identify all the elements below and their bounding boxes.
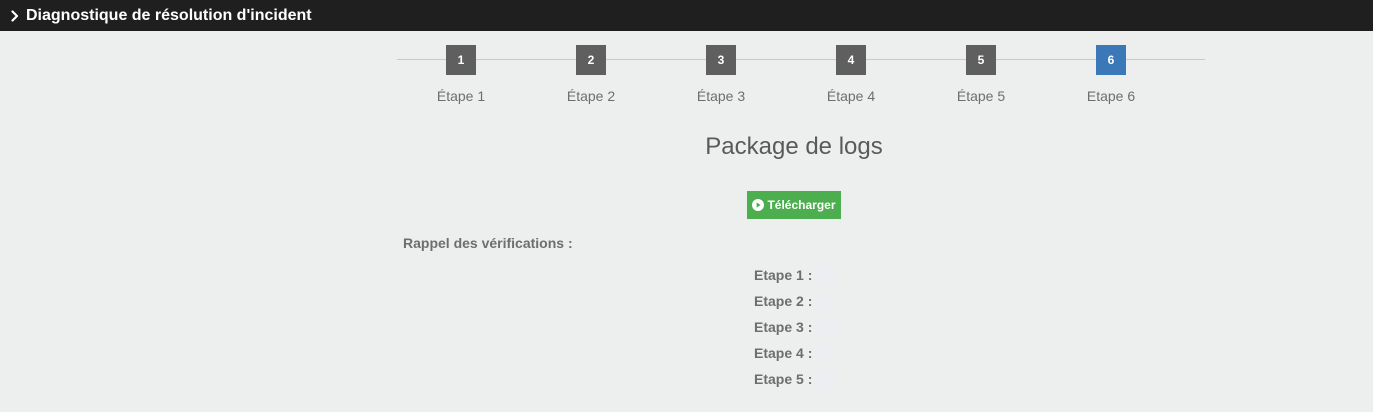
- step-label: Étape 2: [566, 88, 616, 104]
- download-button-label: Télécharger: [767, 198, 836, 212]
- checks-list: Etape 1 : Etape 2 : Etape 3 : Etape 4 : …: [754, 262, 837, 392]
- list-item: Etape 1 :: [754, 262, 837, 288]
- check-value: [814, 267, 837, 283]
- check-label: Etape 1 :: [754, 267, 813, 283]
- step-3[interactable]: 3 Étape 3: [676, 45, 766, 104]
- check-label: Etape 2 :: [754, 293, 813, 309]
- step-2[interactable]: 2 Étape 2: [546, 45, 636, 104]
- check-value: [814, 371, 837, 387]
- check-label: Etape 3 :: [754, 319, 813, 335]
- step-number[interactable]: 5: [966, 45, 996, 75]
- check-label: Etape 5 :: [754, 371, 813, 387]
- check-value: [814, 293, 837, 309]
- step-1[interactable]: 1 Étape 1: [416, 45, 506, 104]
- list-item: Etape 5 :: [754, 366, 837, 392]
- page-title: Diagnostique de résolution d'incident: [26, 6, 312, 24]
- check-value: [814, 345, 837, 361]
- page-header: Diagnostique de résolution d'incident: [0, 0, 1373, 31]
- chevron-right-icon[interactable]: [10, 9, 20, 23]
- step-6[interactable]: 6 Etape 6: [1066, 45, 1156, 104]
- list-item: Etape 3 :: [754, 314, 837, 340]
- step-number[interactable]: 4: [836, 45, 866, 75]
- step-number[interactable]: 6: [1096, 45, 1126, 75]
- step-label: Étape 4: [826, 88, 876, 104]
- check-value: [814, 319, 837, 335]
- recap-label: Rappel des vérifications :: [403, 235, 573, 251]
- wizard-stepper: 1 Étape 1 2 Étape 2 3 Étape 3 4 Étape 4 …: [397, 45, 1205, 105]
- step-number[interactable]: 2: [576, 45, 606, 75]
- step-label: Étape 1: [436, 88, 486, 104]
- step-4[interactable]: 4 Étape 4: [806, 45, 896, 104]
- step-label: Etape 6: [1086, 88, 1136, 104]
- list-item: Etape 2 :: [754, 288, 837, 314]
- step-5[interactable]: 5 Étape 5: [936, 45, 1026, 104]
- step-number[interactable]: 1: [446, 45, 476, 75]
- step-number[interactable]: 3: [706, 45, 736, 75]
- play-circle-icon: [752, 199, 765, 211]
- section-title: Package de logs: [705, 133, 883, 160]
- step-label: Étape 5: [956, 88, 1006, 104]
- check-label: Etape 4 :: [754, 345, 813, 361]
- list-item: Etape 4 :: [754, 340, 837, 366]
- step-label: Étape 3: [696, 88, 746, 104]
- download-button[interactable]: Télécharger: [747, 191, 841, 219]
